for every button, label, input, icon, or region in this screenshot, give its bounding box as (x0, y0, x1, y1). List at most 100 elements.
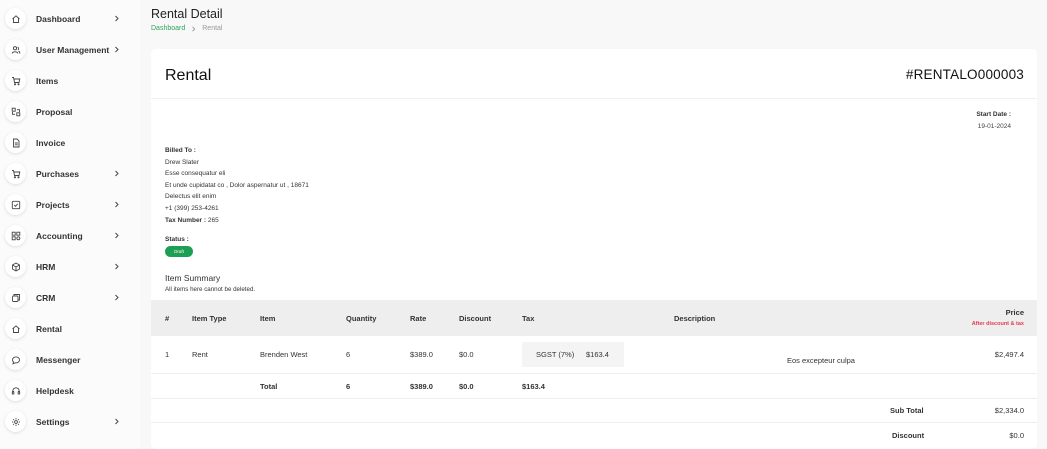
sidebar-item-projects[interactable]: Projects (0, 189, 140, 220)
row-divider (151, 373, 1037, 374)
chevron-right-icon (192, 25, 196, 32)
tax-number-value: 265 (207, 216, 219, 224)
chevron-right-icon (115, 232, 119, 239)
table-cell-rate: $389.0 (410, 350, 433, 359)
headset-icon (5, 380, 26, 401)
table-cell-num: 1 (165, 350, 170, 359)
sidebar-item-label: CRM (36, 292, 56, 303)
rental-card: Rental #RENTALO000003 Start Date : 19-01… (151, 49, 1037, 449)
item-summary-title: Item Summary (165, 273, 221, 283)
page-title: Rental Detail (151, 7, 223, 21)
sidebar-item-label: Proposal (36, 106, 73, 117)
chevron-right-icon (115, 201, 119, 208)
sidebar-item-items[interactable]: Items (0, 65, 140, 96)
chevron-right-icon (115, 418, 119, 425)
chevron-right-icon (115, 294, 119, 301)
grid-icon (5, 225, 26, 246)
sidebar-item-hrm[interactable]: HRM (0, 251, 140, 282)
sidebar-item-dashboard[interactable]: Dashboard (0, 3, 140, 34)
column-header-discount: Discount (459, 314, 492, 323)
table-cell-item: Brenden West (260, 350, 308, 359)
sidebar-item-label: Helpdesk (36, 385, 74, 396)
sidebar-item-label: Invoice (36, 137, 66, 148)
status-badge: Draft (165, 246, 193, 257)
total-tax: $163.4 (522, 382, 545, 391)
table-cell-quantity: 6 (346, 350, 351, 359)
gear-icon (5, 411, 26, 432)
cart-icon (5, 70, 26, 91)
rental-title: Rental (165, 67, 212, 84)
table-header: # Item Type Item Quantity Rate Discount … (151, 300, 1037, 336)
proposal-icon (5, 101, 26, 122)
sidebar-item-label: Settings (36, 416, 70, 427)
table-cell-item-type: Rent (192, 350, 208, 359)
tax-breakdown: SGST (7%) $163.4 (522, 342, 624, 367)
sidebar-item-crm[interactable]: CRM (0, 282, 140, 313)
sidebar-item-label: Accounting (36, 230, 83, 241)
sidebar-item-label: Messenger (36, 354, 81, 365)
invoice-icon (5, 132, 26, 153)
chevron-right-icon (115, 15, 119, 22)
billed-to-label: Billed To : (165, 147, 196, 154)
sidebar-item-messenger[interactable]: Messenger (0, 344, 140, 375)
chevron-right-icon (115, 46, 119, 53)
total-rate: $389.0 (410, 382, 433, 391)
chevron-right-icon (115, 170, 119, 177)
sidebar-item-accounting[interactable]: Accounting (0, 220, 140, 251)
sidebar-item-settings[interactable]: Settings (0, 406, 140, 437)
price-note: After discount & tax (971, 321, 1024, 327)
total-quantity: 6 (346, 382, 351, 391)
tax-number-label: Tax Number : (165, 216, 207, 224)
start-date-label: Start Date : (976, 111, 1011, 118)
billed-to-block: Billed To : Drew Slater Esse consequatur… (165, 145, 309, 226)
chevron-right-icon (115, 263, 119, 270)
item-summary-note: All items here cannot be deleted. (165, 286, 256, 293)
sidebar-item-proposal[interactable]: Proposal (0, 96, 140, 127)
sidebar-item-label: Purchases (36, 168, 79, 179)
column-header-description: Description (674, 314, 716, 323)
breadcrumb: Dashboard Rental (151, 25, 222, 32)
rental-number: #RENTALO000003 (905, 67, 1024, 82)
divider (151, 98, 1037, 99)
discount-label: Discount (892, 431, 925, 440)
sidebar-item-label: Projects (36, 199, 70, 210)
home-icon (5, 318, 26, 339)
home-icon (5, 8, 26, 29)
cube-icon (5, 256, 26, 277)
column-header-rate: Rate (410, 314, 427, 323)
sidebar-item-user-management[interactable]: User Management (0, 34, 140, 65)
chat-icon (5, 349, 26, 370)
sidebar-item-label: Rental (36, 323, 62, 334)
discount-value: $0.0 (1009, 431, 1024, 440)
column-header-item: Item (260, 314, 276, 323)
sub-total-value: $2,334.0 (994, 406, 1024, 415)
sidebar-item-label: Items (36, 75, 59, 86)
table-cell-price: $2,497.4 (994, 350, 1024, 359)
breadcrumb-link-dashboard[interactable]: Dashboard (151, 25, 185, 32)
sidebar-item-rental[interactable]: Rental (0, 313, 140, 344)
cart-icon (5, 163, 26, 184)
checkbox-icon (5, 194, 26, 215)
sidebar-item-helpdesk[interactable]: Helpdesk (0, 375, 140, 406)
billed-phone: +1 (399) 253-4261 (165, 204, 219, 212)
column-header-quantity: Quantity (346, 314, 377, 323)
billed-line: Esse consequatur eli (165, 170, 226, 178)
table-cell-discount: $0.0 (459, 350, 474, 359)
total-discount: $0.0 (459, 382, 474, 391)
row-divider (151, 422, 1037, 423)
sidebar-item-label: Dashboard (36, 13, 81, 24)
layers-icon (5, 287, 26, 308)
sidebar-item-invoice[interactable]: Invoice (0, 127, 140, 158)
breadcrumb-current: Rental (202, 25, 223, 32)
column-header-price: Price (1005, 308, 1024, 317)
tax-number-row: Tax Number : 265 (165, 215, 309, 227)
sub-total-label: Sub Total (890, 406, 924, 415)
sidebar-item-purchases[interactable]: Purchases (0, 158, 140, 189)
column-header-tax: Tax (522, 314, 535, 323)
table-cell-description: Eos excepteur culpa (787, 356, 855, 365)
billed-address: Et unde cupidatat co , Dolor aspernatur … (165, 181, 309, 189)
status-label: Status : (165, 236, 189, 243)
row-divider (151, 398, 1037, 399)
billed-name: Drew Slater (165, 158, 199, 166)
start-date-value: 19-01-2024 (977, 123, 1011, 130)
